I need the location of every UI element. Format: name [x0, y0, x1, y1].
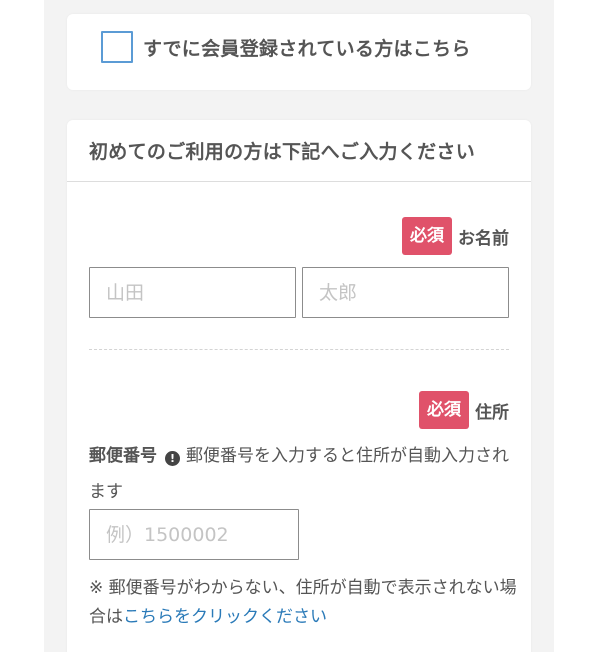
section-divider — [89, 349, 509, 350]
existing-member-card: すでに会員登録されている方はこちら — [67, 14, 531, 90]
form-header: 初めてのご利用の方は下記へご入力ください — [67, 120, 531, 182]
address-manual-entry-link[interactable]: こちらをクリックください — [123, 607, 327, 627]
last-name-input[interactable] — [89, 267, 296, 318]
first-name-input[interactable] — [302, 267, 509, 318]
info-icon[interactable]: ! — [165, 451, 180, 466]
new-user-form-card: 初めてのご利用の方は下記へご入力ください 必須 お名前 必須 住所 郵便番号!郵… — [67, 120, 531, 652]
existing-member-label[interactable]: すでに会員登録されている方はこちら — [143, 34, 471, 61]
address-field-label: 住所 — [475, 402, 509, 423]
address-note: ※ 郵便番号がわからない、住所が自動で表示されない場合はこちらをクリックください — [89, 574, 519, 632]
name-field-label: お名前 — [458, 228, 509, 249]
address-field-header: 必須 住所 — [419, 391, 509, 429]
name-field-header: 必須 お名前 — [402, 217, 509, 255]
existing-member-checkbox[interactable] — [101, 31, 133, 63]
postal-code-input[interactable] — [89, 509, 299, 560]
name-required-badge: 必須 — [402, 217, 452, 255]
address-required-badge: 必須 — [419, 391, 469, 429]
form-header-title: 初めてのご利用の方は下記へご入力ください — [89, 141, 476, 163]
existing-member-toggle[interactable]: すでに会員登録されている方はこちら — [101, 31, 471, 63]
postal-code-description: 郵便番号! 郵便番号を入力すると住所が自動入力されます — [89, 438, 509, 510]
postal-code-label: 郵便番号 — [89, 446, 157, 466]
